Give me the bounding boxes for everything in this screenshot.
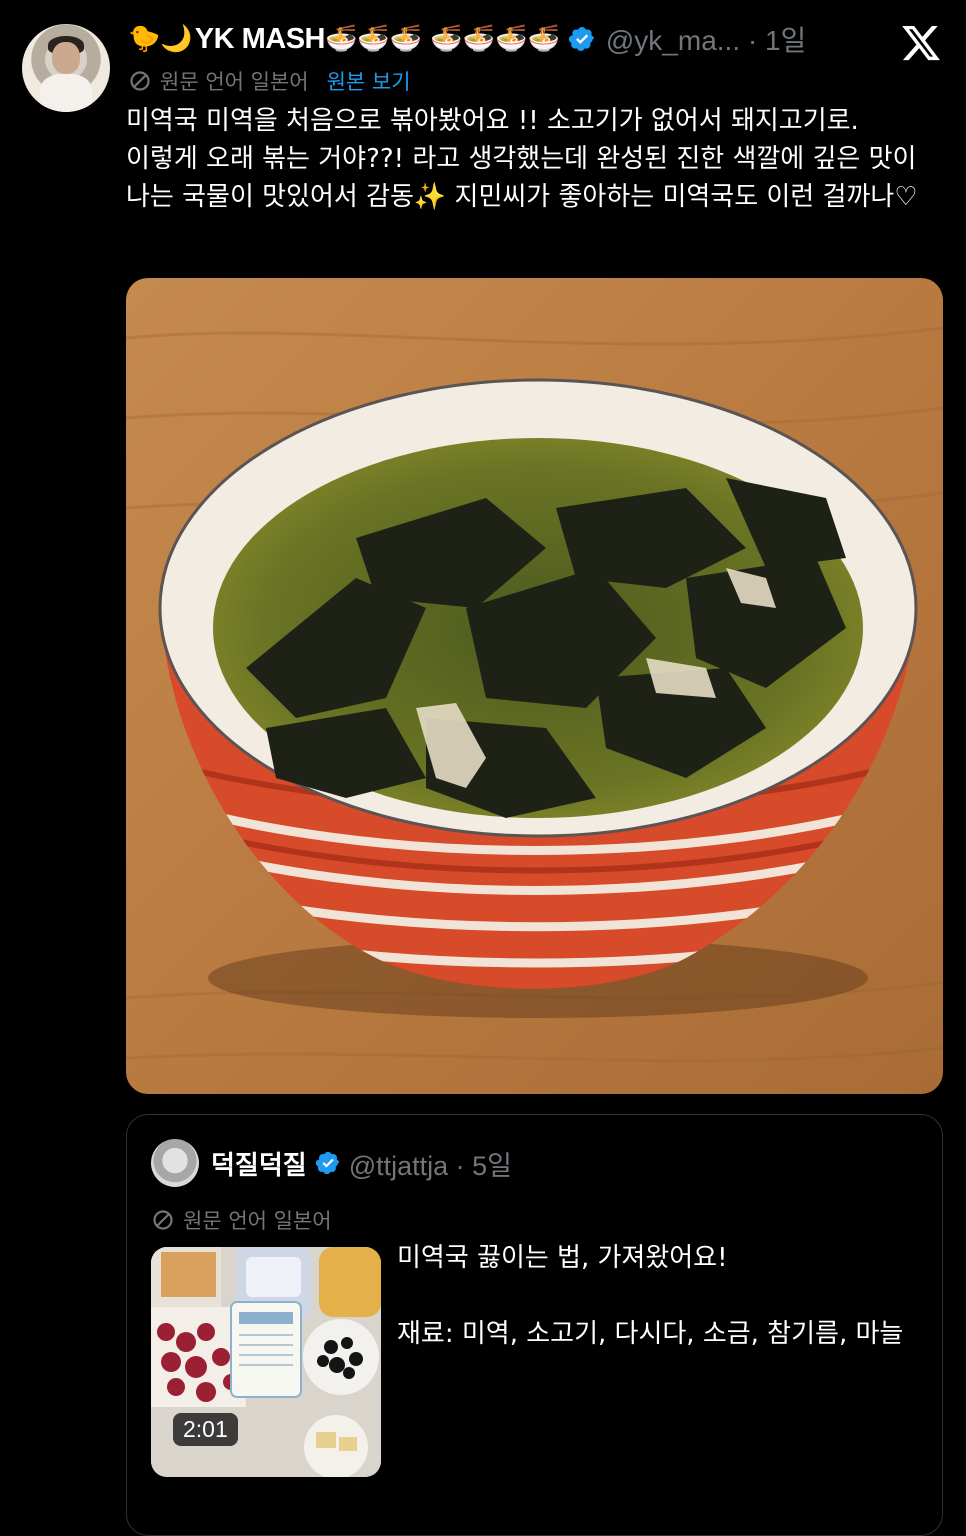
- show-original-link[interactable]: 원본 보기: [327, 66, 411, 96]
- post-text: 미역국 미역을 처음으로 볶아봤어요 !! 소고기가 없어서 돼지고기로. 이렇…: [126, 106, 918, 212]
- quoted-text-line2: 재료: 미역, 소고기, 다시다, 소금, 참기름, 마늘: [397, 1319, 904, 1349]
- translation-notice: 원문 언어 일본어: [160, 70, 309, 94]
- author-avatar[interactable]: [22, 24, 110, 112]
- quoted-translation-notice: 원문 언어 일본어: [183, 1209, 332, 1233]
- quoted-translation-notice-row: 원문 언어 일본어: [151, 1205, 332, 1235]
- quoted-text-line1: 미역국 끓이는 법, 가져왔어요!: [397, 1243, 728, 1273]
- verified-badge-icon: [315, 1151, 339, 1175]
- video-duration-badge: 2:01: [173, 1413, 238, 1446]
- name-suffix-emoji: 🍜🍜🍜 🍜🍜🍜🍜: [324, 24, 560, 54]
- post-header: 🐤🌙 YK MASH 🍜🍜🍜 🍜🍜🍜🍜 @yk_ma... · 1일: [128, 18, 806, 60]
- quoted-author-name[interactable]: 덕질덕질: [211, 1145, 307, 1182]
- quoted-post-header: 덕질덕질 @ttjattja · 5일: [211, 1141, 512, 1185]
- translation-notice-row: 원문 언어 일본어 원본 보기: [128, 66, 411, 96]
- quoted-author-avatar[interactable]: [151, 1139, 199, 1187]
- translate-icon: [130, 71, 150, 91]
- name-prefix-emoji: 🐤🌙: [128, 24, 193, 54]
- author-display-name[interactable]: YK MASH: [195, 23, 326, 56]
- author-handle-time[interactable]: @yk_ma... · 1일: [606, 19, 806, 59]
- x-logo-icon[interactable]: [900, 22, 942, 64]
- verified-badge-icon: [568, 27, 594, 51]
- quoted-post-text: 미역국 끓이는 법, 가져왔어요! 재료: 미역, 소고기, 다시다, 소금, …: [397, 1239, 917, 1353]
- quoted-author-handle-time[interactable]: @ttjattja · 5일: [349, 1144, 512, 1183]
- post-photo[interactable]: [126, 278, 943, 1094]
- quoted-video-thumbnail[interactable]: 2:01: [151, 1247, 381, 1477]
- translate-icon: [153, 1210, 173, 1230]
- seaweed-soup-photo: [126, 278, 943, 1094]
- quoted-post-card[interactable]: 덕질덕질 @ttjattja · 5일 원문 언어 일본어 2:01 미역국 끓…: [126, 1114, 943, 1536]
